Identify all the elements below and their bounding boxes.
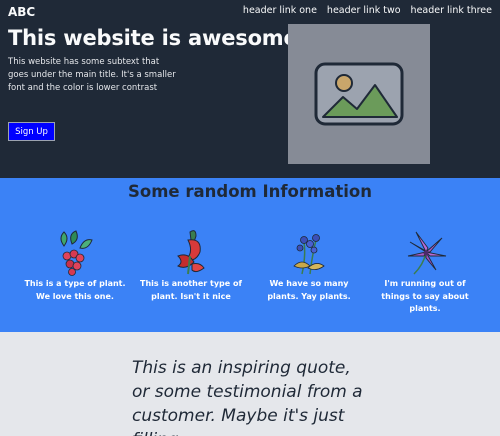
header-link-one[interactable]: header link one	[243, 5, 317, 16]
hero-section: ABC header link one header link two head…	[0, 0, 500, 178]
blue-flower-icon	[293, 234, 325, 275]
info-item: This is a type of plant. We love this on…	[22, 226, 128, 303]
hero-subtitle: This website has some subtext that goes …	[8, 57, 176, 93]
info-item-caption: We have so many plants. Yay plants.	[267, 279, 351, 301]
info-section: Some random Information This is a type o…	[0, 178, 500, 332]
header-link-two[interactable]: header link two	[327, 5, 401, 16]
header-nav: header link one header link two header l…	[243, 5, 492, 16]
hero-image	[288, 24, 430, 164]
header-link-three[interactable]: header link three	[411, 5, 492, 16]
hero-title: This website is awesome	[8, 26, 298, 50]
info-item: This is another type of plant. Isn't it …	[138, 226, 244, 303]
site-logo[interactable]: ABC	[8, 5, 35, 19]
quote-section: This is an inspiring quote, or some test…	[0, 332, 500, 436]
red-flower-icon	[177, 230, 205, 275]
info-item-caption: This is a type of plant. We love this on…	[24, 279, 126, 301]
sign-up-button[interactable]: Sign Up	[8, 122, 55, 141]
info-item: I'm running out of things to say about p…	[372, 226, 478, 316]
info-title: Some random Information	[128, 182, 372, 201]
purple-flower-icon	[407, 231, 447, 275]
info-item: We have so many plants. Yay plants.	[256, 226, 362, 303]
testimonial-quote: This is an inspiring quote, or some test…	[132, 358, 363, 436]
image-placeholder-icon	[314, 62, 404, 126]
plant-icon	[60, 230, 93, 276]
info-item-caption: This is another type of plant. Isn't it …	[140, 279, 242, 301]
info-item-caption: I'm running out of things to say about p…	[381, 279, 469, 313]
